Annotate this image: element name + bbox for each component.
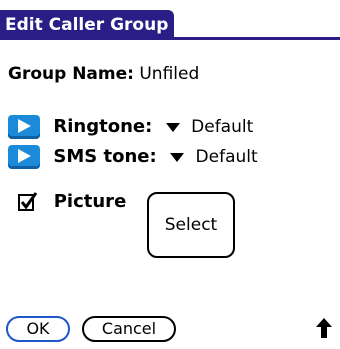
sms-tone-value: Default [195,147,258,167]
up-arrow-icon[interactable] [316,318,332,338]
picture-row: Picture [18,190,126,214]
checkmark-icon [18,192,38,211]
ringtone-play-button[interactable] [8,115,40,139]
cancel-button[interactable]: Cancel [82,316,176,342]
picture-checkbox[interactable] [18,192,38,212]
page-title: Edit Caller Group [0,10,175,40]
group-name-row: Group Name: Unfiled [8,62,199,86]
title-rule [0,37,340,40]
ringtone-row: Ringtone: Default [8,114,253,140]
sms-tone-row: SMS tone: Default [8,144,258,170]
play-icon [18,149,31,163]
title-bar: Edit Caller Group [0,10,340,40]
edit-caller-group-screen: Edit Caller Group Group Name: Unfiled Ri… [0,0,340,349]
group-name-label: Group Name: [8,64,134,84]
triangle-down-icon [165,122,180,132]
group-name-value: Unfiled [139,64,200,84]
select-picture-button[interactable]: Select [147,192,235,258]
sms-tone-picker[interactable]: Default [162,147,258,167]
ringtone-label: Ringtone: [53,116,153,137]
sms-tone-label: SMS tone: [53,146,157,167]
picture-label: Picture [53,191,127,212]
triangle-down-icon [170,152,185,162]
ringtone-value: Default [191,117,254,137]
ok-button[interactable]: OK [6,316,70,342]
play-icon [18,119,31,133]
sms-tone-play-button[interactable] [8,145,40,169]
ringtone-picker[interactable]: Default [158,117,254,137]
